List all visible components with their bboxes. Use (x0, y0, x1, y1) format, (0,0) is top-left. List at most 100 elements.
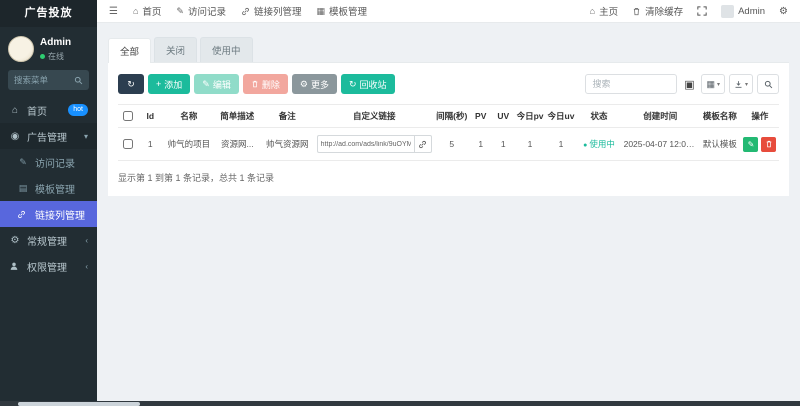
pencil-icon: ✎ (176, 5, 184, 16)
custom-link-input[interactable] (316, 135, 414, 153)
caret-down-icon: ▾ (716, 81, 720, 88)
recycle-bin-button[interactable]: ↻ 回收站 (340, 74, 395, 94)
navbar-right: ⌂ 主页 清除缓存 Admin ⚙ (590, 4, 788, 18)
table-search-input[interactable] (585, 74, 678, 94)
navbar-tab-home[interactable]: ⌂ 首页 (133, 4, 161, 18)
grid-icon: ▦ (316, 5, 326, 16)
navbar-tab-label: 首页 (142, 7, 162, 18)
col-today-pv: 今日pv (514, 104, 546, 128)
clear-cache-label: 清除缓存 (645, 7, 684, 18)
chevron-left-icon: ‹ (85, 235, 88, 245)
col-id: Id (137, 104, 164, 128)
sidebar-item-template-management[interactable]: ▤ 模板管理 (0, 175, 97, 201)
user-status-label: 在线 (48, 51, 64, 61)
row-edit-button[interactable]: ✎ (743, 136, 759, 152)
cell-name: 帅气的项目 (163, 127, 215, 161)
horizontal-scrollbar[interactable] (0, 401, 800, 406)
hamburger-icon[interactable]: ☰ (109, 6, 118, 17)
fullscreen-icon[interactable] (697, 6, 707, 16)
trash-icon (766, 140, 772, 148)
hot-badge: hot (68, 104, 88, 116)
sidebar-item-visit-records[interactable]: ✎ 访问记录 (0, 149, 97, 175)
navbar-tab-label: 访问记录 (187, 7, 226, 18)
table-row[interactable]: 1 帅气的项目 资源网... 帅气资源网 http://ad.com/ads/l… (118, 127, 779, 161)
pencil-icon: ✎ (747, 139, 755, 149)
filter-tabs: 全部 关闭 使用中 (108, 37, 789, 63)
tab-in-use[interactable]: 使用中 (200, 37, 253, 62)
home-page-label: 主页 (599, 7, 619, 18)
add-label: 添加 (164, 79, 183, 90)
toggle-view-icon[interactable]: ▣ (681, 74, 697, 94)
col-custom-link: 自定义链接 (314, 104, 434, 128)
recycle-label: 回收站 (359, 79, 387, 90)
recycle-icon: ↻ (348, 78, 357, 89)
export-dropdown-button[interactable]: ▾ (728, 74, 753, 94)
sidebar-item-general-management[interactable]: ⚙ 常规管理 ‹ (0, 227, 97, 253)
scrollbar-thumb[interactable] (18, 401, 140, 406)
sidebar-item-label: 模板管理 (35, 184, 75, 196)
user-status: 在线 (40, 51, 71, 62)
edit-label: 编辑 (212, 79, 231, 90)
links-table: Id 名称 简单描述 备注 自定义链接 间隔(秒) PV UV 今日pv 今日u… (118, 104, 779, 161)
tab-all[interactable]: 全部 (108, 38, 152, 63)
row-delete-button[interactable] (761, 136, 777, 152)
sidebar-item-label: 常规管理 (27, 236, 67, 248)
search-icon[interactable] (74, 76, 83, 85)
trash-icon (251, 80, 259, 88)
copy-link-button[interactable] (413, 135, 432, 153)
link-icon (17, 210, 29, 219)
sidebar-item-label: 广告管理 (27, 132, 67, 144)
custom-link-group (316, 135, 432, 153)
cell-note: 帅气资源网 (259, 127, 315, 161)
sidebar-item-home[interactable]: ⌂ 首页 hot (0, 97, 97, 123)
delete-label: 删除 (261, 79, 280, 90)
avatar (8, 36, 34, 62)
user-panel: Admin 在线 (0, 27, 97, 69)
sidebar-item-link-management[interactable]: 链接列管理 (0, 201, 97, 227)
refresh-button[interactable]: ↻ (118, 74, 144, 94)
select-all-checkbox[interactable] (122, 111, 133, 122)
gear-icon: ⚙ (10, 234, 20, 246)
col-actions: 操作 (740, 104, 779, 128)
sidebar-item-ad-management[interactable]: ◉ 广告管理 ▾ (0, 123, 97, 149)
main-content: 全部 关闭 使用中 ↻ + 添加 ✎ 编辑 删除 ⚙ 更多 ↻ 回收站 搜索 ▣… (97, 24, 800, 401)
cell-desc: 资源网... (214, 127, 260, 161)
sidebar-search-input[interactable] (14, 75, 70, 85)
chevron-left-icon: ‹ (85, 261, 88, 271)
gear-icon: ⚙ (299, 78, 308, 89)
navbar-tab-template-management[interactable]: ▦ 模板管理 (316, 4, 368, 19)
col-interval: 间隔(秒) (433, 104, 470, 128)
top-navbar: ☰ ⌂ 首页 ✎ 访问记录 链接列管理 ▦ 模板管理 ⌂ 主页 清除缓存 Adm… (97, 0, 800, 23)
clear-cache-link[interactable]: 清除缓存 (632, 4, 683, 18)
more-button[interactable]: ⚙ 更多 (291, 74, 337, 94)
sidebar-item-permission-management[interactable]: 权限管理 ‹ (0, 253, 97, 279)
refresh-icon: ↻ (127, 78, 135, 89)
edit-button[interactable]: ✎ 编辑 (194, 74, 239, 94)
ad-icon: ◉ (10, 130, 20, 142)
online-dot-icon (40, 53, 45, 59)
sidebar-menu: ⌂ 首页 hot ◉ 广告管理 ▾ ✎ 访问记录 ▤ 模板管理 链接列管理 ⚙ (0, 97, 97, 279)
sidebar: 广告投放 Admin 在线 ⌂ 首页 hot ◉ 广告管理 ▾ ✎ (0, 0, 97, 401)
cell-template: 默认模板 (698, 127, 741, 161)
cell-uv: 1 (491, 127, 515, 161)
search-button[interactable] (757, 74, 779, 94)
row-actions: ✎ (743, 136, 777, 152)
delete-button[interactable]: 删除 (242, 74, 288, 94)
col-template: 模板名称 (698, 104, 741, 128)
tab-closed[interactable]: 关闭 (154, 37, 198, 62)
users-icon (9, 261, 21, 271)
export-icon (734, 80, 743, 89)
template-icon: ▤ (18, 182, 28, 193)
gear-icon[interactable]: ⚙ (779, 6, 788, 17)
col-name: 名称 (163, 104, 215, 128)
user-menu[interactable]: Admin (721, 4, 765, 18)
home-icon: ⌂ (589, 6, 596, 16)
add-button[interactable]: + 添加 (148, 74, 191, 94)
navbar-tab-link-management[interactable]: 链接列管理 (241, 4, 302, 18)
navbar-tab-visit-records[interactable]: ✎ 访问记录 (176, 4, 226, 19)
row-checkbox[interactable] (122, 139, 133, 150)
link-icon (419, 140, 427, 148)
home-page-link[interactable]: ⌂ 主页 (590, 4, 618, 18)
home-icon: ⌂ (11, 104, 19, 116)
columns-dropdown-button[interactable]: ▦ ▾ (701, 74, 725, 94)
